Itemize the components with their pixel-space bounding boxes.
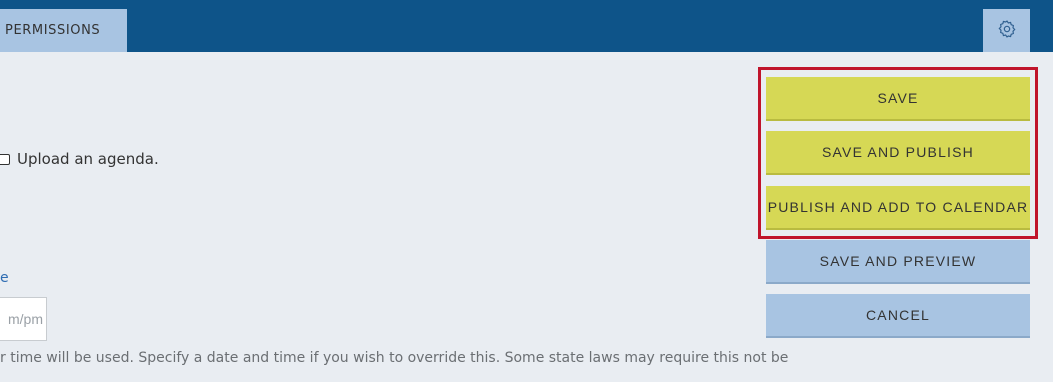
settings-button[interactable] — [983, 9, 1030, 52]
agenda-checkbox[interactable] — [0, 153, 10, 165]
agenda-upload-option[interactable]: Upload an agenda. — [0, 150, 159, 168]
save-button[interactable]: SAVE — [766, 77, 1030, 121]
time-input[interactable] — [0, 297, 47, 341]
date-field-label[interactable]: e — [0, 270, 9, 286]
publish-and-add-to-calendar-button[interactable]: PUBLISH AND ADD TO CALENDAR — [766, 186, 1030, 230]
gear-icon — [997, 19, 1017, 43]
agenda-label: Upload an agenda. — [17, 150, 159, 168]
tab-permissions[interactable]: PERMISSIONS — [0, 9, 127, 52]
date-override-hint: r time will be used. Specify a date and … — [0, 350, 789, 366]
save-and-publish-button[interactable]: SAVE AND PUBLISH — [766, 131, 1030, 175]
cancel-button[interactable]: CANCEL — [766, 294, 1030, 338]
save-and-preview-button[interactable]: SAVE AND PREVIEW — [766, 240, 1030, 284]
top-bar: PERMISSIONS — [0, 0, 1053, 52]
tab-permissions-label: PERMISSIONS — [5, 23, 101, 38]
